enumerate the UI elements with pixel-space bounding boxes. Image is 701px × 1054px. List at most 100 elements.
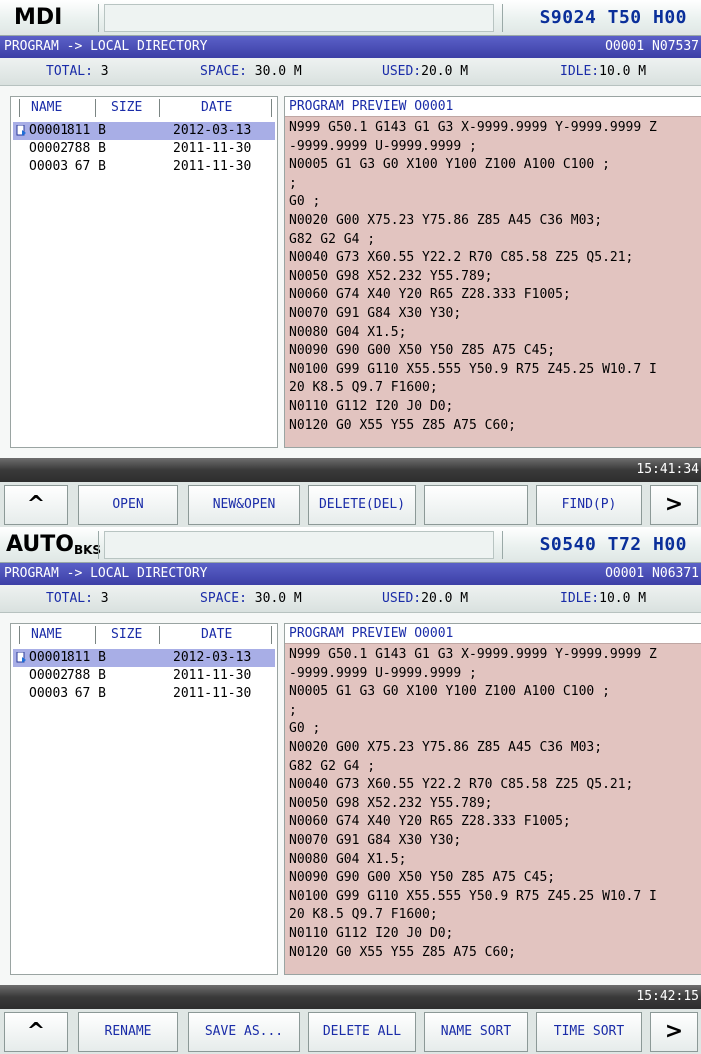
preview-code: N999 G50.1 G143 G1 G3 X-9999.9999 Y-9999… xyxy=(289,119,701,435)
softkey-rename-button[interactable]: RENAME xyxy=(78,1012,178,1052)
stat-space: SPACE: 30.0 M xyxy=(200,64,302,80)
stat-label: TOTAL: xyxy=(46,591,93,606)
stat-value: 20.0 M xyxy=(421,591,469,606)
code-line: N0110 G112 I20 J0 D0; xyxy=(289,925,454,941)
h-offset: H00 xyxy=(652,534,687,555)
softkey-open-button[interactable]: OPEN xyxy=(78,485,178,525)
column-header-size[interactable]: SIZE xyxy=(111,100,142,116)
clock: 15:41:34 xyxy=(636,462,699,477)
code-line: N0005 G1 G3 G0 X100 Y100 Z100 A100 C100 … xyxy=(289,684,610,700)
softkey-next-button[interactable]: > xyxy=(650,1012,698,1052)
file-row[interactable]: O0003 67 B 2011-11-30 xyxy=(13,158,275,176)
mode-bar: MDI S9024 T50 H00 xyxy=(0,0,701,36)
code-line: G82 G2 G4 ; xyxy=(289,231,376,247)
stat-total: TOTAL: 3 xyxy=(46,64,109,80)
softkey-next-button[interactable]: > xyxy=(650,485,698,525)
tool-number: T72 xyxy=(607,534,642,555)
column-header-date[interactable]: DATE xyxy=(201,627,232,643)
stat-label: IDLE: xyxy=(560,591,600,606)
column-divider xyxy=(159,626,160,644)
softkey-time-sort-button[interactable]: TIME SORT xyxy=(536,1012,642,1052)
stat-value: 10.0 M xyxy=(599,64,647,79)
softkey-name-sort-button[interactable]: NAME SORT xyxy=(424,1012,528,1052)
code-line: N0050 G98 X52.232 Y55.789; xyxy=(289,268,493,284)
code-line: N0040 G73 X60.55 Y22.2 R70 C85.58 Z25 Q5… xyxy=(289,250,634,266)
stat-idle: IDLE:10.0 M xyxy=(560,591,646,607)
file-row[interactable]: O0002 788 B 2011-11-30 xyxy=(13,667,275,685)
file-size: 788 B xyxy=(66,668,106,683)
column-divider xyxy=(95,99,96,117)
stat-label: SPACE: xyxy=(200,64,247,79)
softkey-delete-button[interactable]: DELETE(DEL) xyxy=(308,485,416,525)
preview-title: PROGRAM PREVIEW O0001 xyxy=(289,99,454,114)
code-line: N0080 G04 X1.5; xyxy=(289,851,407,867)
code-line: N0090 G90 G00 X50 Y50 Z85 A75 C45; xyxy=(289,870,556,886)
file-name: O0002 xyxy=(29,141,69,156)
code-line: N0120 G0 X55 Y55 Z85 A75 C60; xyxy=(289,944,516,960)
code-line: N0005 G1 G3 G0 X100 Y100 Z100 A100 C100 … xyxy=(289,157,610,173)
h-offset: H00 xyxy=(652,7,687,28)
stat-total: TOTAL: 3 xyxy=(46,591,109,607)
content-area: NAME SIZE DATE O0001 811 B 2012-03-13 O0… xyxy=(0,613,701,985)
file-icon xyxy=(16,652,26,663)
code-line: N0040 G73 X60.55 Y22.2 R70 C85.58 Z25 Q5… xyxy=(289,777,634,793)
file-date: 2011-11-30 xyxy=(173,668,252,683)
file-row[interactable]: O0001 811 B 2012-03-13 xyxy=(13,122,275,140)
file-size: 788 B xyxy=(66,141,106,156)
preview-title: PROGRAM PREVIEW O0001 xyxy=(289,626,454,641)
spindle-speed: S0540 xyxy=(539,534,597,555)
softkey-bar: ^ RENAME SAVE AS... DELETE ALL NAME SORT… xyxy=(0,1009,701,1054)
mode-divider xyxy=(502,4,503,32)
stat-used: USED:20.0 M xyxy=(382,591,468,607)
status-field xyxy=(104,531,494,559)
softkey-up-button[interactable]: ^ xyxy=(4,1012,68,1052)
code-line: N0120 G0 X55 Y55 Z85 A75 C60; xyxy=(289,417,516,433)
mode-divider xyxy=(502,531,503,559)
mode-label: MDI xyxy=(14,5,63,30)
file-size: 67 B xyxy=(74,686,106,701)
spindle-tool-status: S9024 T50 H00 xyxy=(540,5,687,31)
path-bar: PROGRAM -> LOCAL DIRECTORY O0001 N07537 xyxy=(0,36,701,58)
file-row[interactable]: O0001 811 B 2012-03-13 xyxy=(13,649,275,667)
directory-path: PROGRAM -> LOCAL DIRECTORY xyxy=(4,566,208,581)
file-list[interactable]: NAME SIZE DATE O0001 811 B 2012-03-13 O0… xyxy=(10,96,278,448)
stat-space: SPACE: 30.0 M xyxy=(200,591,302,607)
code-line: N0090 G90 G00 X50 Y50 Z85 A75 C45; xyxy=(289,343,556,359)
file-row[interactable]: O0003 67 B 2011-11-30 xyxy=(13,685,275,703)
file-name: O0002 xyxy=(29,668,69,683)
softkey-find-button[interactable]: FIND(P) xyxy=(536,485,642,525)
program-preview: PROGRAM PREVIEW O0001 N999 G50.1 G143 G1… xyxy=(284,96,701,448)
mode-divider xyxy=(98,531,99,559)
softkey-save-as-button[interactable]: SAVE AS... xyxy=(188,1012,300,1052)
path-bar: PROGRAM -> LOCAL DIRECTORY O0001 N06371 xyxy=(0,563,701,585)
softkey-empty-button[interactable] xyxy=(424,485,528,525)
softkey-delete-all-button[interactable]: DELETE ALL xyxy=(308,1012,416,1052)
stat-label: IDLE: xyxy=(560,64,600,79)
column-header-name[interactable]: NAME xyxy=(31,627,62,643)
column-divider xyxy=(271,99,272,117)
stat-label: USED: xyxy=(382,64,422,79)
code-line: G0 ; xyxy=(289,721,321,737)
column-header-size[interactable]: SIZE xyxy=(111,627,142,643)
program-id: O0001 N06371 xyxy=(605,566,699,581)
stat-label: TOTAL: xyxy=(46,64,93,79)
file-row[interactable]: O0002 788 B 2011-11-30 xyxy=(13,140,275,158)
cnc-screen-mdi: MDI S9024 T50 H00 PROGRAM -> LOCAL DIREC… xyxy=(0,0,701,527)
column-header-name[interactable]: NAME xyxy=(31,100,62,116)
softkey-up-button[interactable]: ^ xyxy=(4,485,68,525)
softkey-new-open-button[interactable]: NEW&OPEN xyxy=(188,485,300,525)
storage-stats: TOTAL: 3 SPACE: 30.0 M USED:20.0 M IDLE:… xyxy=(0,58,701,86)
stat-label: USED: xyxy=(382,591,422,606)
file-name: O0003 xyxy=(29,686,69,701)
code-line: N999 G50.1 G143 G1 G3 X-9999.9999 Y-9999… xyxy=(289,120,657,135)
time-bar: 15:41:34 xyxy=(0,458,701,482)
mode-indicator: AUTOBKS xyxy=(6,529,101,561)
code-line: N999 G50.1 G143 G1 G3 X-9999.9999 Y-9999… xyxy=(289,647,657,662)
program-id: O0001 N07537 xyxy=(605,39,699,54)
tool-number: T50 xyxy=(607,7,642,28)
file-list[interactable]: NAME SIZE DATE O0001 811 B 2012-03-13 O0… xyxy=(10,623,278,975)
file-size: 811 B xyxy=(66,650,106,665)
column-divider xyxy=(159,99,160,117)
content-area: NAME SIZE DATE O0001 811 B 2012-03-13 O0… xyxy=(0,86,701,458)
column-header-date[interactable]: DATE xyxy=(201,100,232,116)
